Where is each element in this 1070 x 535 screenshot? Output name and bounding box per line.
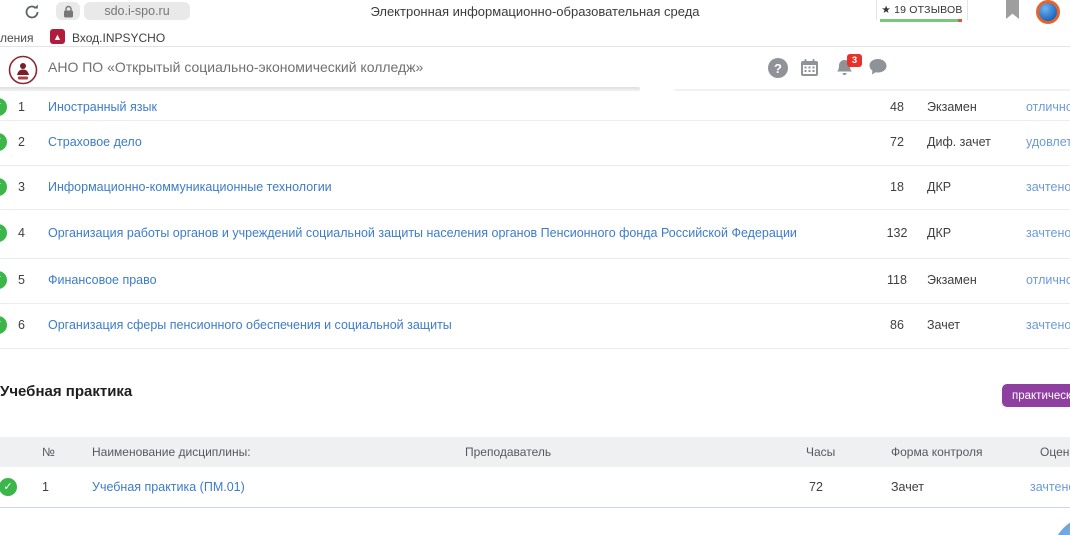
bookmark-favicon-icon[interactable]: ▲ — [50, 29, 65, 44]
hours-value: 118 — [882, 273, 912, 287]
table-row: ✓ 6 Организация сферы пенсионного обеспе… — [0, 303, 1070, 349]
notification-count-badge: 3 — [847, 54, 862, 67]
status-check-icon: ✓ — [0, 271, 7, 289]
row-number: 6 — [18, 318, 25, 332]
reviews-rating-bar — [880, 19, 962, 22]
header-divider — [674, 89, 1070, 91]
college-name: АНО ПО «Открытый социально-экономический… — [48, 59, 423, 75]
grade-link[interactable]: зачтено — [1026, 318, 1070, 332]
row-number: 1 — [18, 100, 25, 114]
status-check-icon: ✓ — [0, 316, 7, 334]
table-row: ✓ 5 Финансовое право 118 Экзамен отлично — [0, 258, 1070, 304]
bookmarks-bar: ления ▲ Вход.INPSYCHO — [0, 27, 1070, 47]
table-row: ✓ 2 Страховое дело 72 Диф. зачет удовлет… — [0, 120, 1070, 166]
status-check-icon: ✓ — [0, 98, 7, 116]
practice-type-badge: практическое — [1002, 384, 1070, 407]
discipline-link[interactable]: Учебная практика (ПМ.01) — [92, 480, 245, 494]
row-number: 5 — [18, 273, 25, 287]
bookmark-item-cut[interactable]: ления — [0, 31, 34, 45]
col-header-hours: Часы — [806, 445, 835, 459]
discipline-link[interactable]: Информационно-коммуникационные технологи… — [48, 179, 808, 195]
control-form: Диф. зачет — [927, 135, 991, 149]
status-check-icon: ✓ — [0, 133, 7, 151]
hours-value: 132 — [882, 226, 912, 240]
col-header-control: Форма контроля — [891, 445, 983, 459]
row-number: 3 — [18, 180, 25, 194]
control-form: ДКР — [927, 226, 951, 240]
table-row: ✓ 1 Учебная практика (ПМ.01) 72 Зачет за… — [0, 467, 1070, 508]
col-header-num: № — [42, 445, 55, 459]
grade-link[interactable]: отлично — [1026, 100, 1070, 114]
table-row: ✓ 1 Иностранный язык 48 Экзамен отлично — [0, 95, 1070, 121]
grade-link[interactable]: удовлетворительно — [1026, 135, 1070, 149]
bookmark-item-inpsycho[interactable]: Вход.INPSYCHO — [72, 31, 165, 45]
discipline-link[interactable]: Страховое дело — [48, 134, 808, 150]
table-row: ✓ 3 Информационно-коммуникационные техно… — [0, 165, 1070, 211]
calendar-icon[interactable] — [800, 58, 820, 78]
table-header-row: № Наименование дисциплины: Преподаватель… — [0, 437, 1070, 467]
header-shadow — [0, 87, 640, 91]
discipline-link[interactable]: Иностранный язык — [48, 99, 808, 115]
hours-value: 48 — [882, 100, 912, 114]
hours-value: 86 — [882, 318, 912, 332]
edit-fab-button[interactable] — [1052, 516, 1070, 535]
control-form: Экзамен — [927, 100, 977, 114]
control-form: Зачет — [891, 480, 924, 494]
toolbar-divider — [0, 46, 1070, 47]
grade-link[interactable]: зачтено — [1026, 180, 1070, 194]
status-check-icon: ✓ — [0, 178, 7, 196]
control-form: ДКР — [927, 180, 951, 194]
col-header-teacher: Преподаватель — [465, 445, 551, 459]
college-logo-icon[interactable] — [8, 55, 38, 85]
grade-link[interactable]: зачтено — [1026, 226, 1070, 240]
site-header: АНО ПО «Открытый социально-экономический… — [0, 50, 1070, 89]
status-check-icon: ✓ — [0, 224, 7, 242]
row-number: 1 — [42, 480, 49, 494]
hours-value: 72 — [882, 135, 912, 149]
page: sdo.i-spo.ru Электронная информационно-о… — [0, 0, 1070, 535]
row-number: 4 — [18, 226, 25, 240]
col-header-grade: Оценка — [1040, 445, 1070, 459]
hours-value: 18 — [882, 180, 912, 194]
control-form: Экзамен — [927, 273, 977, 287]
avatar[interactable] — [1036, 0, 1060, 24]
chat-bubble-icon[interactable] — [868, 58, 888, 78]
hours-value: 72 — [809, 480, 823, 494]
col-header-name: Наименование дисциплины: — [92, 445, 251, 459]
grade-link[interactable]: зачтено — [1030, 480, 1070, 494]
discipline-link[interactable]: Организация работы органов и учреждений … — [48, 225, 808, 241]
grade-link[interactable]: отлично — [1026, 273, 1070, 287]
discipline-link[interactable]: Организация сферы пенсионного обеспечени… — [48, 317, 808, 333]
table-row: ✓ 4 Организация работы органов и учрежде… — [0, 209, 1070, 259]
control-form: Зачет — [927, 318, 960, 332]
reviews-badge[interactable]: ★ 19 ОТЗЫВОВ — [876, 0, 968, 20]
help-icon[interactable]: ? — [768, 58, 788, 78]
browser-toolbar: sdo.i-spo.ru Электронная информационно-о… — [0, 0, 1070, 27]
section-title: Учебная практика — [0, 383, 132, 400]
status-check-icon: ✓ — [0, 478, 17, 496]
discipline-link[interactable]: Финансовое право — [48, 272, 808, 288]
row-number: 2 — [18, 135, 25, 149]
